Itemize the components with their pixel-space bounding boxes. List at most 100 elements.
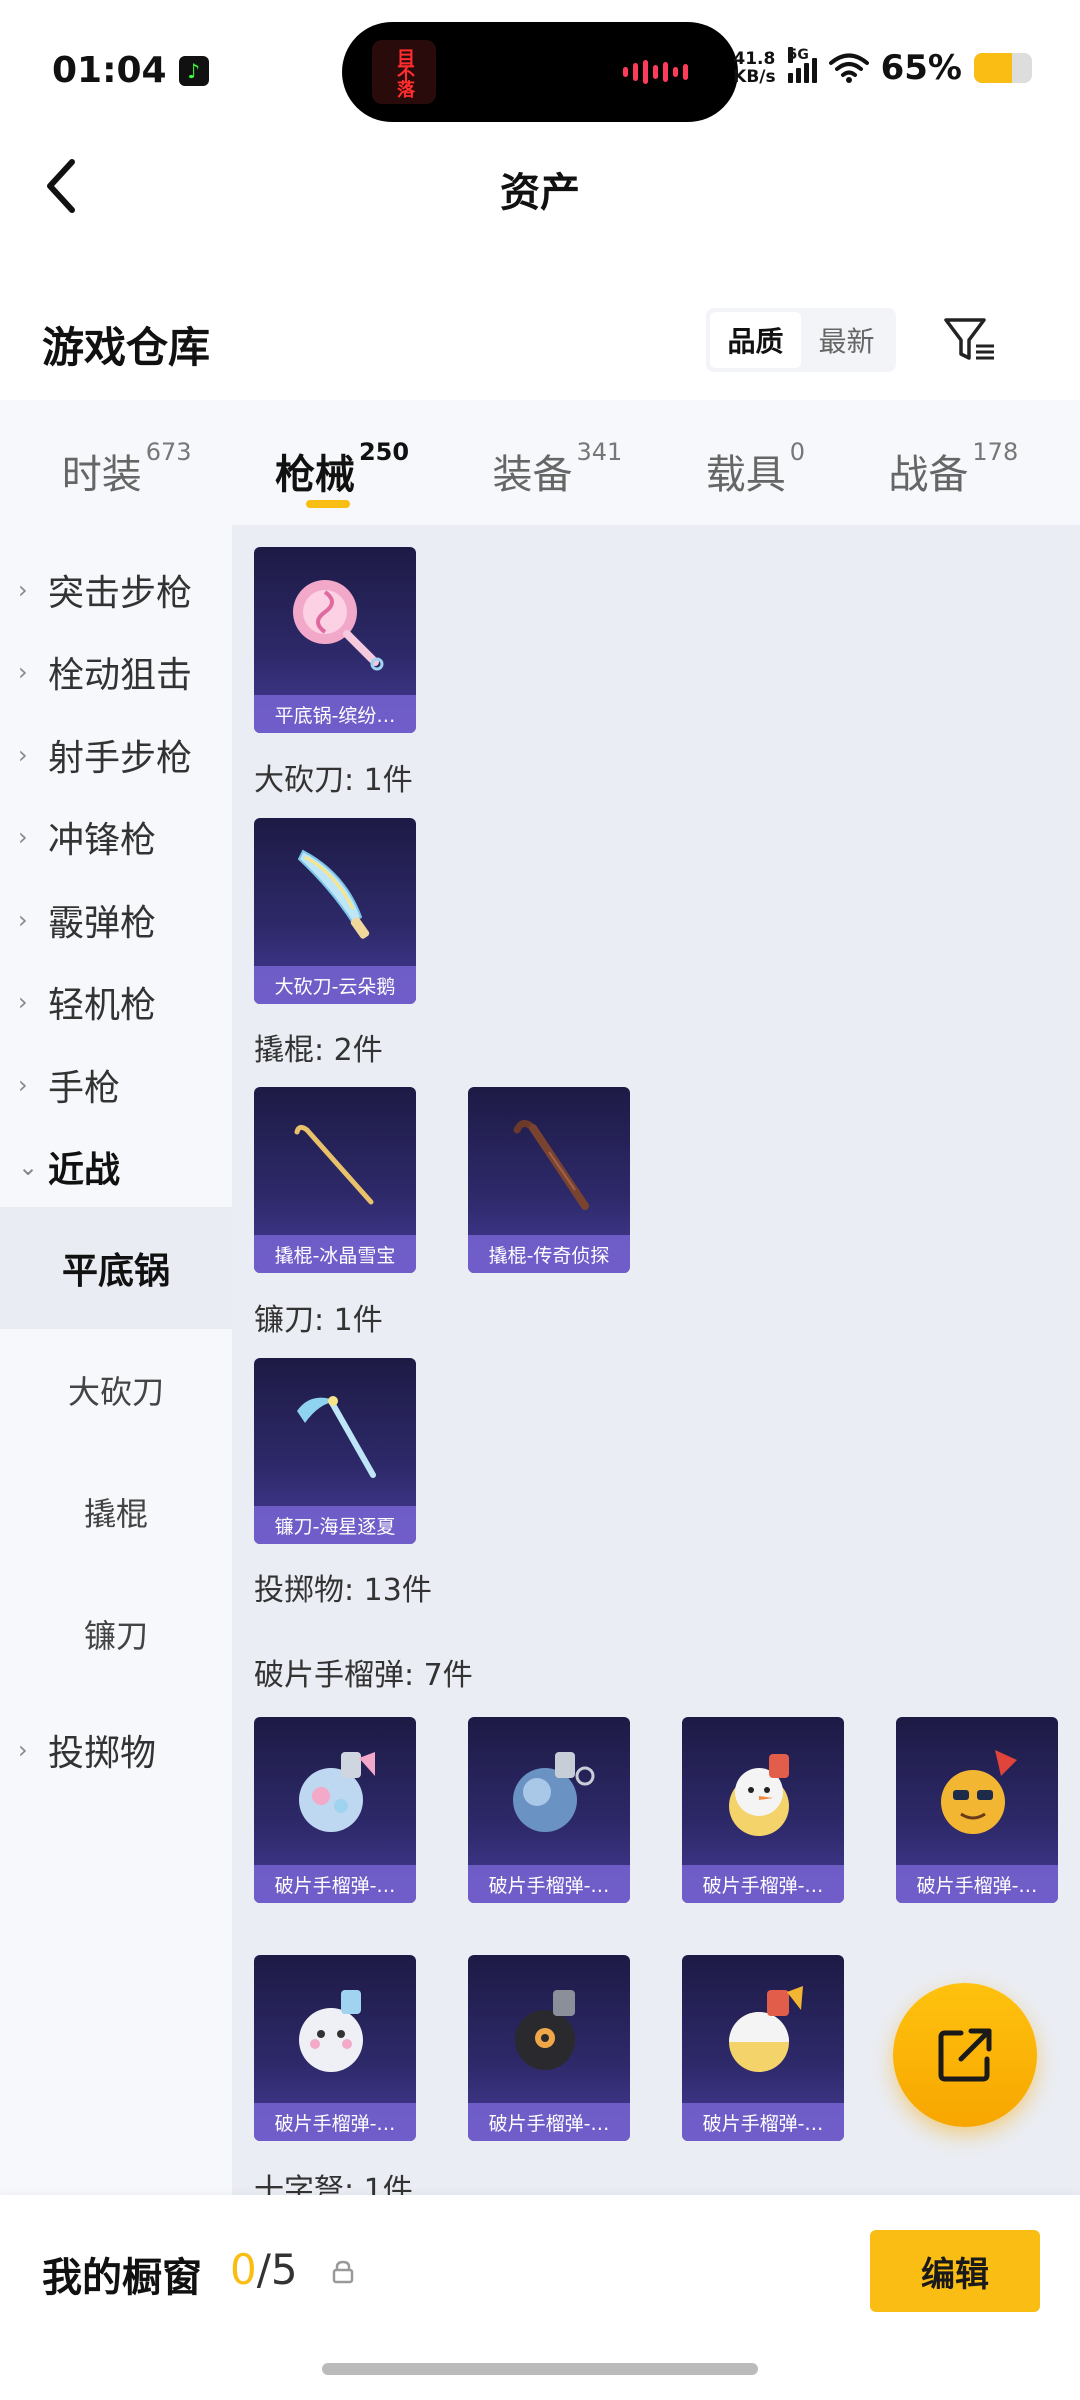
status-time: 01:04 ♪ xyxy=(52,50,209,91)
tab-firearms[interactable]: 枪械 250 xyxy=(275,418,409,508)
net-speed-value: 41.8 xyxy=(733,49,776,69)
tab-label: 装备 xyxy=(492,451,573,498)
album-art: 目不落 xyxy=(372,40,436,104)
crowbar-icon xyxy=(254,1087,416,1237)
sidebar-item-label: 轻机枪 xyxy=(48,985,157,1026)
item-name: 破片手榴弹-… xyxy=(682,2103,844,2141)
showcase-bar: 我的橱窗 0/5 编辑 xyxy=(0,2195,1080,2400)
sort-quality-button[interactable]: 品质 xyxy=(710,312,801,368)
item-card[interactable]: 破片手榴弹-… xyxy=(468,1955,630,2141)
showcase-count: 0/5 xyxy=(230,2245,298,2294)
edit-button[interactable]: 编辑 xyxy=(870,2230,1040,2312)
item-card[interactable]: 破片手榴弹-… xyxy=(468,1717,630,1903)
grenade-icon xyxy=(468,1955,630,2105)
sidebar-item-label: 近战 xyxy=(48,1150,121,1191)
sort-toggle: 品质 最新 xyxy=(706,308,896,372)
section-label: 大砍刀: 1件 xyxy=(254,763,413,798)
sickle-icon xyxy=(254,1358,416,1508)
tab-vehicles[interactable]: 载具 0 xyxy=(706,418,805,508)
chevron-right-icon: › xyxy=(18,1736,28,1764)
showcase-used: 0 xyxy=(230,2245,257,2294)
tab-count: 250 xyxy=(358,437,410,466)
showcase-title: 我的橱窗 xyxy=(42,2255,202,2301)
grenade-icon xyxy=(254,1717,416,1867)
chevron-right-icon: › xyxy=(18,988,28,1016)
item-name: 镰刀-海星逐夏 xyxy=(254,1506,416,1544)
machete-icon xyxy=(254,818,416,968)
signal-icon: 5G xyxy=(787,47,817,83)
sidebar-subitem-machete[interactable]: 大砍刀 xyxy=(0,1329,232,1451)
warehouse-header: 游戏仓库 品质 最新 xyxy=(0,290,1080,390)
tab-fashion[interactable]: 时装 673 xyxy=(62,418,192,508)
sort-newest-button[interactable]: 最新 xyxy=(801,312,892,368)
category-tabs: 时装 673 枪械 250 装备 341 载具 0 战备 178 xyxy=(0,400,1080,525)
item-name: 撬棍-冰晶雪宝 xyxy=(254,1235,416,1273)
weapon-category-sidebar: › 突击步枪 › 栓动狙击 › 射手步枪 › 冲锋枪 › 霰弹枪 › 轻机枪 ›… xyxy=(0,525,232,2195)
item-card[interactable]: 平底锅-缤纷… xyxy=(254,547,416,733)
crowbar-icon xyxy=(468,1087,630,1237)
item-name: 破片手榴弹-… xyxy=(896,1865,1058,1903)
warehouse-title: 游戏仓库 xyxy=(42,323,211,372)
sidebar-item-label: 手枪 xyxy=(48,1068,121,1109)
item-card[interactable]: 镰刀-海星逐夏 xyxy=(254,1358,416,1544)
tab-label: 枪械 xyxy=(274,451,355,498)
net-speed-unit: KB/s xyxy=(733,67,776,87)
chevron-right-icon: › xyxy=(18,576,28,604)
item-name: 破片手榴弹-… xyxy=(468,2103,630,2141)
app-header: 资产 xyxy=(0,140,1080,230)
sidebar-subitem-pan[interactable]: 平底锅 xyxy=(0,1207,232,1329)
item-card[interactable]: 破片手榴弹-… xyxy=(254,1717,416,1903)
battery-fill xyxy=(974,53,1012,83)
sidebar-item-label: 投掷物 xyxy=(48,1733,157,1774)
item-name: 平底锅-缤纷… xyxy=(254,695,416,733)
sidebar-subitem-sickle[interactable]: 镰刀 xyxy=(0,1573,232,1695)
chevron-right-icon: › xyxy=(18,741,28,769)
sidebar-item-label: 冲锋枪 xyxy=(48,820,157,861)
grenade-icon xyxy=(468,1717,630,1867)
filter-icon[interactable] xyxy=(940,310,1000,370)
sidebar-item-throwables[interactable]: › 投掷物 xyxy=(0,1695,232,1805)
active-tab-indicator xyxy=(305,499,350,508)
status-indicators: 41.8 KB/s 5G 65% xyxy=(733,47,1032,88)
section-label: 十字弩: 1件 xyxy=(254,2173,413,2195)
home-indicator[interactable] xyxy=(322,2363,758,2375)
sidebar-item-label: 突击步枪 xyxy=(48,573,193,614)
chevron-right-icon: › xyxy=(18,1071,28,1099)
tab-count: 341 xyxy=(576,437,623,466)
network-type: 5G xyxy=(787,47,809,63)
chevron-right-icon: › xyxy=(18,658,28,686)
dynamic-island[interactable]: 目不落 xyxy=(342,22,738,122)
section-label: 镰刀: 1件 xyxy=(254,1303,383,1338)
sidebar-item-label: 霰弹枪 xyxy=(48,903,157,944)
tab-equipment[interactable]: 装备 341 xyxy=(492,418,622,508)
tab-count: 673 xyxy=(145,437,192,466)
item-card[interactable]: 撬棍-冰晶雪宝 xyxy=(254,1087,416,1273)
item-card[interactable]: 破片手榴弹-… xyxy=(254,1955,416,2141)
chevron-right-icon: › xyxy=(18,823,28,851)
share-icon xyxy=(938,2028,992,2082)
item-card[interactable]: 破片手榴弹-… xyxy=(682,1717,844,1903)
tab-supplies[interactable]: 战备 178 xyxy=(888,418,1018,508)
clock: 01:04 xyxy=(52,50,167,91)
item-card[interactable]: 撬棍-传奇侦探 xyxy=(468,1087,630,1273)
section-label: 撬棍: 2件 xyxy=(254,1033,383,1068)
lock-icon xyxy=(332,2260,354,2284)
item-card[interactable]: 大砍刀-云朵鹅 xyxy=(254,818,416,1004)
sidebar-subitem-crowbar[interactable]: 撬棍 xyxy=(0,1451,232,1573)
sidebar-item-melee[interactable]: ⌄ 近战 xyxy=(0,1112,232,1222)
item-card[interactable]: 破片手榴弹-… xyxy=(896,1717,1058,1903)
item-name: 破片手榴弹-… xyxy=(468,1865,630,1903)
page-title: 资产 xyxy=(500,170,580,216)
chevron-down-icon: ⌄ xyxy=(18,1153,39,1181)
section-label: 投掷物: 13件 xyxy=(254,1573,432,1608)
status-bar: 01:04 ♪ 目不落 41.8 KB/s 5G 65% xyxy=(0,0,1080,140)
section-label: 破片手榴弹: 7件 xyxy=(254,1658,473,1693)
frying-pan-icon xyxy=(254,547,416,697)
share-button[interactable] xyxy=(893,1983,1037,2127)
grenade-icon xyxy=(682,1717,844,1867)
tab-count: 178 xyxy=(972,437,1019,466)
tab-count: 0 xyxy=(789,437,805,466)
tab-label: 载具 xyxy=(705,451,786,498)
item-card[interactable]: 破片手榴弹-… xyxy=(682,1955,844,2141)
grenade-icon xyxy=(896,1717,1058,1867)
